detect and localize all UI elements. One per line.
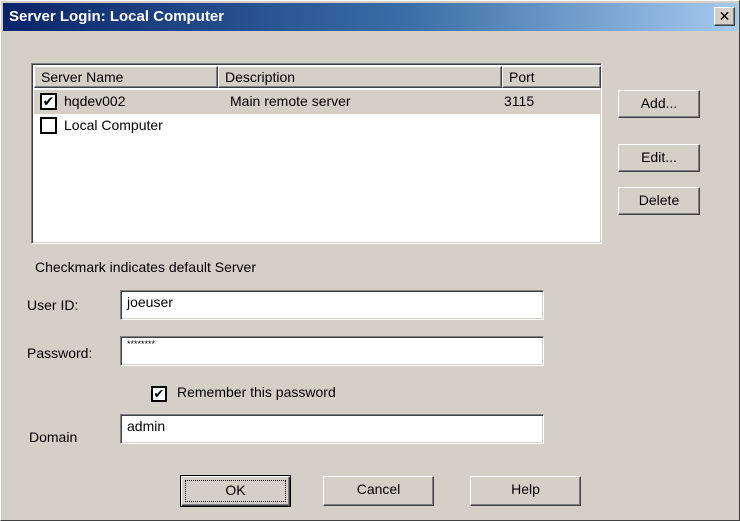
add-button[interactable]: Add... xyxy=(618,90,700,118)
close-icon: ✕ xyxy=(718,8,731,24)
focus-rectangle xyxy=(185,480,286,502)
list-header: Server Name Description Port xyxy=(34,66,601,88)
server-port-cell: 3115 xyxy=(504,93,535,109)
domain-label: Domain xyxy=(29,429,78,445)
delete-button[interactable]: Delete xyxy=(618,187,700,215)
user-id-label: User ID: xyxy=(27,297,79,313)
close-button[interactable]: ✕ xyxy=(714,7,735,26)
title-bar[interactable]: Server Login: Local Computer ✕ xyxy=(3,3,738,31)
column-header-description[interactable]: Description xyxy=(218,66,502,88)
remember-password-label[interactable]: Remember this password xyxy=(177,384,336,400)
server-row-local-computer[interactable]: Local Computer xyxy=(34,114,601,138)
remember-password-checkbox[interactable]: ✔ xyxy=(151,386,167,402)
server-login-dialog: Server Login: Local Computer ✕ Server Na… xyxy=(0,0,740,521)
cancel-button[interactable]: Cancel xyxy=(323,476,434,506)
default-server-caption: Checkmark indicates default Server xyxy=(35,259,256,275)
server-name-cell: hqdev002 xyxy=(64,93,126,109)
window-title: Server Login: Local Computer xyxy=(9,8,225,25)
user-id-field[interactable]: joeuser xyxy=(120,290,544,320)
password-label: Password: xyxy=(27,345,93,361)
server-name-cell: Local Computer xyxy=(64,117,163,133)
server-row-hqdev002[interactable]: ✔ hqdev002 Main remote server 3115 xyxy=(34,90,601,114)
ok-button[interactable]: OK xyxy=(180,475,291,507)
edit-button[interactable]: Edit... xyxy=(618,144,700,172)
server-description-cell: Main remote server xyxy=(230,93,351,109)
server-list[interactable]: Server Name Description Port ✔ hqdev002 … xyxy=(31,63,602,244)
column-header-port[interactable]: Port xyxy=(502,66,601,88)
help-button[interactable]: Help xyxy=(470,476,581,506)
password-field[interactable]: ******** xyxy=(120,336,544,366)
default-server-checkbox[interactable]: ✔ xyxy=(40,93,57,110)
column-header-server-name[interactable]: Server Name xyxy=(34,66,218,88)
default-server-checkbox[interactable] xyxy=(40,117,57,134)
domain-field[interactable]: admin xyxy=(120,414,544,444)
